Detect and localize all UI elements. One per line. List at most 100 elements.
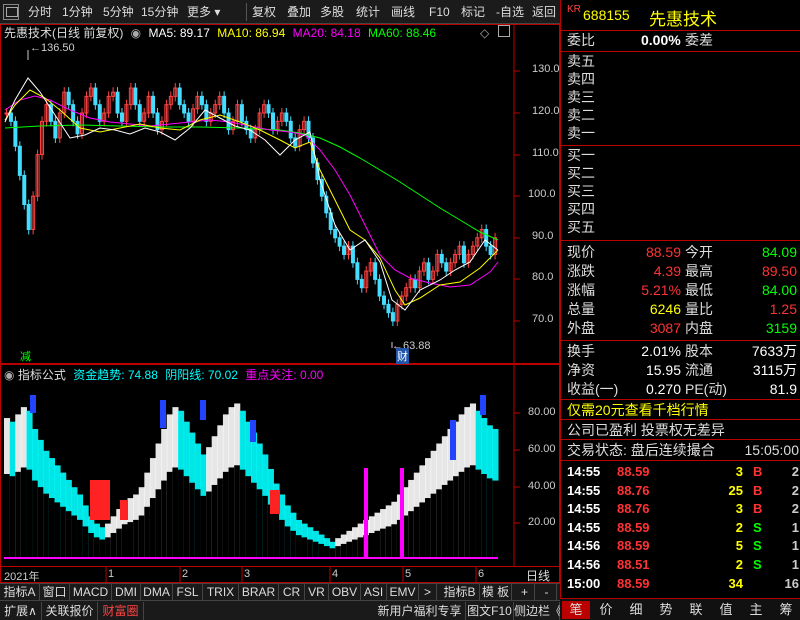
nav-bi[interactable]: 笔 bbox=[562, 601, 590, 619]
candle bbox=[390, 312, 395, 322]
indicator-bar-shade bbox=[37, 487, 44, 558]
indicator-bar-shade bbox=[335, 546, 342, 558]
indicator-accent bbox=[200, 400, 206, 420]
stat-value: 3087 bbox=[649, 320, 681, 336]
tab-indicator-a[interactable]: 指标A bbox=[0, 584, 40, 600]
tab-related-quotes[interactable]: 关联报价 bbox=[42, 602, 98, 620]
candle bbox=[182, 104, 187, 114]
indicator-bar-shade bbox=[200, 495, 207, 558]
time-axis-month-2: 2 bbox=[182, 568, 189, 580]
nav-shi[interactable]: 势 bbox=[652, 601, 680, 619]
stat2-row: 收益(一) 0.270 PE(动) 81.9 bbox=[567, 380, 799, 398]
promo-banner[interactable]: 仅需20元查看千档行情 bbox=[567, 401, 799, 419]
stat-value: 6246 bbox=[649, 301, 681, 317]
sidebar-toggle[interactable]: 侧边栏《 bbox=[514, 602, 562, 620]
axis-price-80: 80.0 bbox=[532, 271, 554, 283]
indicator-bar-shade bbox=[245, 476, 252, 558]
new-user-promo[interactable]: 新用户福利专享 bbox=[374, 602, 466, 620]
event-marker-jian[interactable]: 减 bbox=[20, 348, 31, 364]
stat-row: 涨幅 5.21% 最低 84.00 bbox=[567, 281, 799, 299]
ma5-label: MA5: 89.17 bbox=[148, 26, 210, 40]
indicator-bar-shade bbox=[475, 469, 482, 558]
maximize-icon[interactable] bbox=[498, 25, 510, 37]
tab-vr[interactable]: VR bbox=[305, 584, 329, 600]
nav-xi[interactable]: 细 bbox=[622, 601, 650, 619]
candle bbox=[337, 237, 342, 247]
buy-4[interactable]: 买四 bbox=[567, 200, 799, 218]
event-marker-cai[interactable]: 财 bbox=[396, 348, 409, 364]
indicator-bar-shade bbox=[262, 495, 269, 558]
stat-label: 涨跌 bbox=[567, 263, 595, 279]
candle bbox=[439, 253, 444, 264]
buy-1[interactable]: 买一 bbox=[567, 146, 799, 164]
tab-caifuquan[interactable]: 财富圈 bbox=[98, 602, 144, 620]
tab-brar[interactable]: BRAR bbox=[239, 584, 279, 600]
indicator-bar-shade bbox=[20, 467, 27, 558]
tab-cr[interactable]: CR bbox=[279, 584, 305, 600]
diamond-icon[interactable]: ◇ bbox=[480, 26, 489, 40]
stat-label: 最高 bbox=[685, 263, 713, 279]
indicator-name[interactable]: 指标公式 bbox=[18, 368, 66, 382]
tab-dma[interactable]: DMA bbox=[141, 584, 173, 600]
tab-macd[interactable]: MACD bbox=[70, 584, 112, 600]
stat-value: 5.21% bbox=[641, 282, 681, 298]
axis-price-70: 70.0 bbox=[532, 313, 554, 325]
tick-side: S bbox=[753, 519, 762, 535]
candle bbox=[382, 295, 387, 305]
tab-expand[interactable]: 扩展∧ bbox=[0, 602, 42, 620]
tick-side: S bbox=[753, 538, 762, 554]
candle bbox=[359, 278, 364, 289]
indicator-accent bbox=[120, 500, 128, 520]
tab-template[interactable]: 模 板 bbox=[480, 584, 512, 600]
sell-5[interactable]: 卖五 bbox=[567, 52, 799, 70]
period-label[interactable]: 日线 bbox=[526, 567, 550, 584]
buy-5[interactable]: 买五 bbox=[567, 218, 799, 236]
sell-2[interactable]: 卖二 bbox=[567, 106, 799, 124]
tab-dmi[interactable]: DMI bbox=[112, 584, 141, 600]
tab-emv[interactable]: EMV bbox=[387, 584, 419, 600]
stat-value: 0.270 bbox=[645, 381, 681, 397]
kline-chart[interactable] bbox=[0, 0, 560, 583]
zoom-out-button[interactable]: - bbox=[537, 584, 557, 600]
nav-lian[interactable]: 联 bbox=[682, 601, 710, 619]
buy-3[interactable]: 买三 bbox=[567, 182, 799, 200]
indicator-bar-shade bbox=[447, 480, 454, 558]
ma-settings-icon[interactable]: ◉ bbox=[131, 26, 141, 40]
nav-zhi[interactable]: 值 bbox=[712, 601, 740, 619]
tab-more-arrow[interactable]: > bbox=[419, 584, 437, 600]
tab-indicator-b[interactable]: 指标B bbox=[440, 584, 480, 600]
sell-3[interactable]: 卖三 bbox=[567, 88, 799, 106]
candle bbox=[288, 120, 293, 139]
tick-volume: 34 bbox=[728, 575, 743, 591]
tick-row: 14:55 88.76 25 B 2 bbox=[567, 482, 799, 500]
tick-time: 14:56 bbox=[567, 538, 601, 554]
indicator-accent bbox=[30, 395, 36, 413]
indicator-accent bbox=[450, 420, 456, 460]
indicator-settings-icon[interactable]: ◉ bbox=[4, 368, 14, 382]
tick-row: 14:56 88.51 2 S 1 bbox=[567, 556, 799, 574]
indicator-bar-shade bbox=[144, 506, 151, 558]
tab-asi[interactable]: ASI bbox=[361, 584, 387, 600]
stat-label: 涨幅 bbox=[567, 282, 595, 298]
nav-jia[interactable]: 价 bbox=[592, 601, 620, 619]
ma20-label: MA20: 84.18 bbox=[292, 26, 361, 40]
tab-fsl[interactable]: FSL bbox=[173, 584, 203, 600]
buy-2[interactable]: 买二 bbox=[567, 164, 799, 182]
tab-window[interactable]: 窗口 bbox=[40, 584, 70, 600]
tab-obv[interactable]: OBV bbox=[329, 584, 361, 600]
indicator-bar-shade bbox=[43, 493, 50, 558]
indicator-bar-shade bbox=[88, 532, 95, 558]
stat-value: 81.9 bbox=[769, 381, 797, 397]
candle bbox=[66, 91, 71, 106]
sell-1[interactable]: 卖一 bbox=[567, 124, 799, 142]
tick-time: 14:55 bbox=[567, 519, 601, 535]
tick-row: 14:55 88.59 2 S 1 bbox=[567, 519, 799, 537]
tab-f10-text[interactable]: 图文F10 bbox=[466, 602, 514, 620]
indicator-bar-shade bbox=[4, 474, 11, 558]
zoom-in-button[interactable]: + bbox=[515, 584, 535, 600]
sell-4[interactable]: 卖四 bbox=[567, 70, 799, 88]
nav-zhu[interactable]: 主 bbox=[742, 601, 770, 619]
nav-chou[interactable]: 筹 bbox=[772, 601, 800, 619]
candle bbox=[284, 112, 289, 122]
tab-trix[interactable]: TRIX bbox=[203, 584, 239, 600]
